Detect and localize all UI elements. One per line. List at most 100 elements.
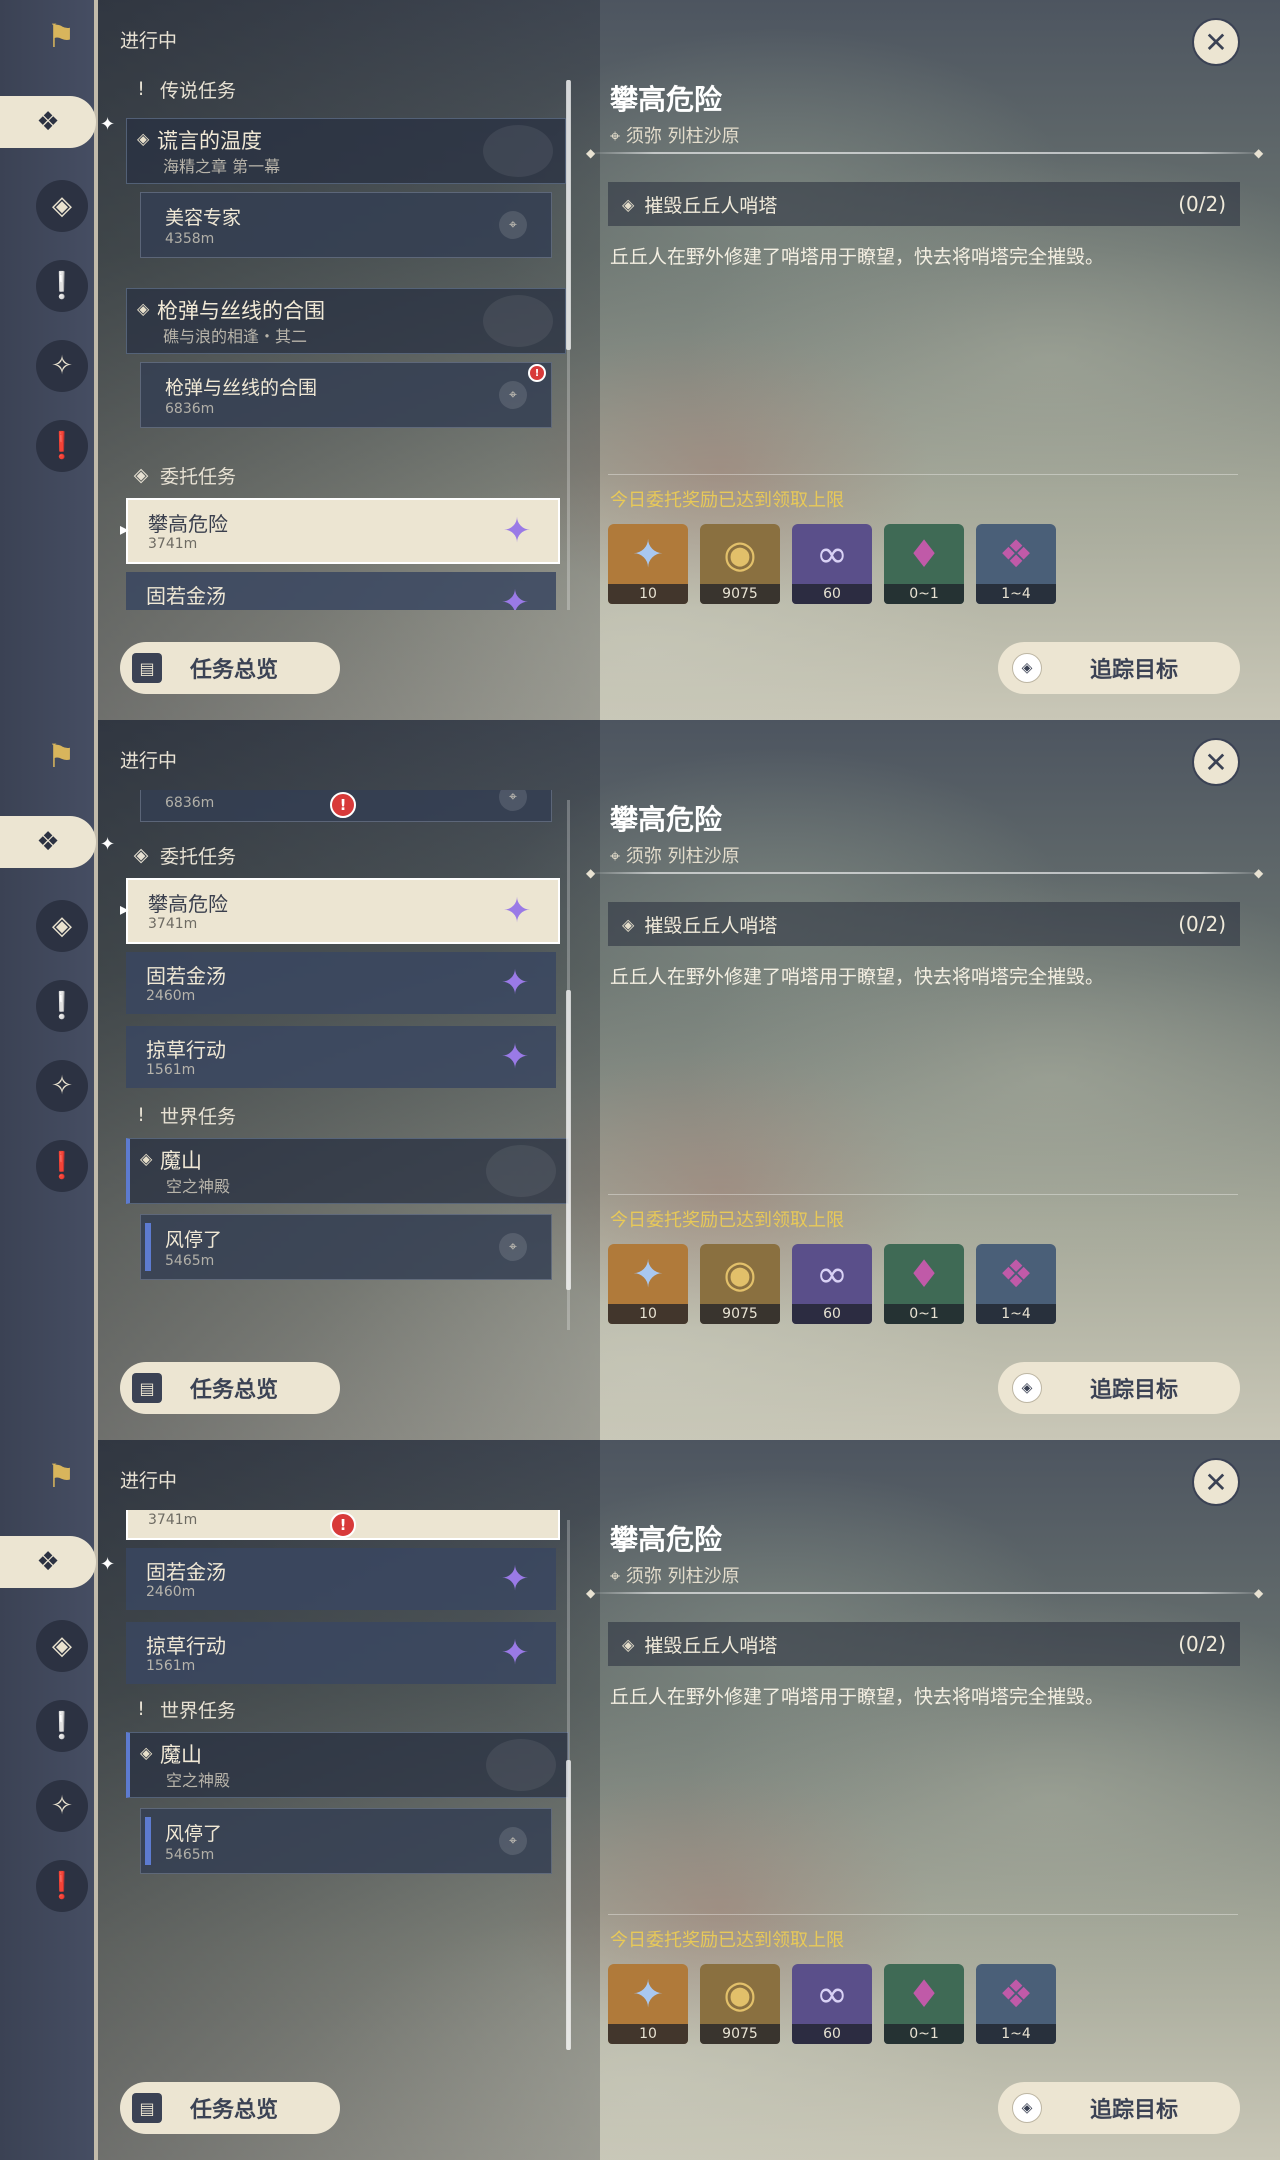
archon-quest-icon[interactable]: ◈ <box>36 1620 88 1672</box>
reward-limit-note: 今日委托奖励已达到领取上限 <box>610 1210 844 1231</box>
subquest-wind-stopped[interactable]: 风停了 5465m ⌖ <box>140 1214 552 1280</box>
selection-arrow-icon: ▶ <box>120 522 129 538</box>
story-quest-icon[interactable]: ❕ <box>36 980 88 1032</box>
detail-location: ⌖ 须弥 列柱沙原 <box>610 1566 740 1587</box>
quest-flag-icon[interactable]: ⚑ <box>44 1454 78 1498</box>
world-quest-icon[interactable]: ❗ <box>36 420 88 472</box>
quest-group-magic-mountain[interactable]: ◈ 魔山 空之神殿 <box>126 1138 569 1204</box>
reward-quantity: 9075 <box>700 2024 780 2044</box>
commission-distance: 2460m <box>146 988 196 1004</box>
ore-crystal-icon: ♦ <box>906 532 942 576</box>
category-world: ! 世界任务 <box>130 1100 236 1130</box>
reward-quantity: 9075 <box>700 584 780 604</box>
track-target-button[interactable]: ◈ 追踪目标 <box>998 2082 1240 2134</box>
quest-list[interactable]: ! 传说任务 ◈ 谎言的温度 海精之章 第一幕 美容专家 4358m ⌖ ◈ 枪弹… <box>120 70 572 610</box>
reward-item[interactable]: ✦ 10 <box>608 1244 688 1324</box>
reward-item[interactable]: ✦ 10 <box>608 1964 688 2044</box>
archon-quest-icon[interactable]: ◈ <box>36 180 88 232</box>
location-pin-icon[interactable]: ⌖ <box>499 790 527 811</box>
quest-subtitle: 空之神殿 <box>166 1177 231 1196</box>
quest-overview-button[interactable]: ▤ 任务总览 <box>120 1362 340 1414</box>
divider-diamond-icon: ◆ <box>586 866 596 880</box>
reward-item[interactable]: ◉ 9075 <box>700 524 780 604</box>
commission-item[interactable]: 掠草行动 1561m ✦ <box>126 1622 556 1684</box>
world-quest-icon[interactable]: ❗ <box>36 1860 88 1912</box>
tracked-marker <box>145 1817 151 1865</box>
commission-icon[interactable]: ✧ <box>36 1780 88 1832</box>
objective-diamond-icon: ◈ <box>622 914 635 934</box>
close-button[interactable]: ✕ <box>1192 18 1240 66</box>
quest-flag-icon[interactable]: ⚑ <box>44 734 78 778</box>
commission-item-selected[interactable]: ▶ 攀高危险 3741m ✦ <box>120 878 560 944</box>
reward-item[interactable]: ♦ 0~1 <box>884 1244 964 1324</box>
subquest-wind-stopped[interactable]: 风停了 5465m ⌖ <box>140 1808 552 1874</box>
commission-item[interactable]: 固若金汤 2460m ✦ <box>126 952 556 1014</box>
commission-star-icon: ✦ <box>500 1633 530 1673</box>
archon-quest-icon[interactable]: ◈ <box>36 900 88 952</box>
subquest-beauty-expert[interactable]: 美容专家 4358m ⌖ <box>140 192 552 258</box>
category-archon: ! 传说任务 <box>130 74 236 104</box>
reward-item[interactable]: ✦ 10 <box>608 524 688 604</box>
scroll-thumb[interactable] <box>566 1760 571 2050</box>
reward-item[interactable]: ❖ 1~4 <box>976 524 1056 604</box>
close-button[interactable]: ✕ <box>1192 738 1240 786</box>
overview-label: 任务总览 <box>190 2098 279 2123</box>
rail-edge <box>94 720 98 1440</box>
subquest-distance: 4358m <box>165 231 215 247</box>
location-pin-icon[interactable]: ⌖ <box>499 1827 527 1855</box>
quest-list[interactable]: 3741m ! 固若金汤 2460m ✦ 掠草行动 1561m ✦ ! 世界任务 … <box>120 1510 572 2050</box>
reward-item[interactable]: ❖ 1~4 <box>976 1244 1056 1324</box>
location-pin-icon[interactable]: ⌖ <box>499 1233 527 1261</box>
commission-star-icon: ✦ <box>500 1559 530 1599</box>
alert-icon: ! <box>528 364 546 382</box>
subquest-bullets-threads[interactable]: 枪弹与丝线的合围 6836m ⌖ <box>140 362 552 428</box>
track-target-button[interactable]: ◈ 追踪目标 <box>998 1362 1240 1414</box>
diamond-icon: ◈ <box>140 1149 153 1168</box>
story-quest-icon[interactable]: ❕ <box>36 260 88 312</box>
reward-item[interactable]: ❖ 1~4 <box>976 1964 1056 2044</box>
quest-list[interactable]: 6836m ⌖ ! ◈ 委托任务 ▶ 攀高危险 3741m ✦ 固若金汤 2460… <box>120 790 572 1330</box>
commission-item[interactable]: 固若金汤 2460m ✦ <box>126 1548 556 1610</box>
reward-divider <box>608 474 1238 475</box>
all-quests-icon[interactable]: ❖ <box>0 816 96 868</box>
reward-item[interactable]: ∞ 60 <box>792 1244 872 1324</box>
all-quests-icon[interactable]: ❖ <box>0 96 96 148</box>
reward-item[interactable]: ◉ 9075 <box>700 1244 780 1324</box>
quest-group-lie-temperature[interactable]: ◈ 谎言的温度 海精之章 第一幕 <box>126 118 566 184</box>
commission-item-selected[interactable]: ▶ 攀高危险 3741m ✦ <box>120 498 560 564</box>
commission-icon[interactable]: ✧ <box>36 1060 88 1112</box>
scroll-thumb[interactable] <box>566 990 571 1290</box>
scroll-thumb[interactable] <box>566 80 571 350</box>
objective-text: 摧毁丘丘人哨塔 <box>644 914 778 937</box>
overview-book-icon: ▤ <box>132 1373 162 1403</box>
reward-item[interactable]: ∞ 60 <box>792 524 872 604</box>
reward-item[interactable]: ◉ 9075 <box>700 1964 780 2044</box>
track-target-button[interactable]: ◈ 追踪目标 <box>998 642 1240 694</box>
quest-group-magic-mountain[interactable]: ◈ 魔山 空之神殿 <box>126 1732 569 1798</box>
quest-flag-icon[interactable]: ⚑ <box>44 14 78 58</box>
subquest-title: 风停了 <box>165 1823 223 1845</box>
quest-group-bullets-threads[interactable]: ◈ 枪弹与丝线的合围 礁与浪的相逢・其二 <box>126 288 566 354</box>
quest-overview-button[interactable]: ▤ 任务总览 <box>120 642 340 694</box>
location-pin-icon[interactable]: ⌖ <box>499 211 527 239</box>
objective-box: ◈ 摧毁丘丘人哨塔 (0/2) <box>608 902 1240 946</box>
close-button[interactable]: ✕ <box>1192 1458 1240 1506</box>
quest-subtitle: 空之神殿 <box>166 1771 231 1790</box>
track-label: 追踪目标 <box>1090 1378 1179 1403</box>
reward-item[interactable]: ♦ 0~1 <box>884 1964 964 2044</box>
reward-divider <box>608 1914 1238 1915</box>
reward-divider <box>608 1194 1238 1195</box>
commission-item[interactable]: 掠草行动 1561m ✦ <box>126 1026 556 1088</box>
commission-distance: 3741m <box>148 916 198 932</box>
reward-item[interactable]: ♦ 0~1 <box>884 524 964 604</box>
location-label: 须弥 列柱沙原 <box>625 126 740 147</box>
world-quest-icon[interactable]: ❗ <box>36 1140 88 1192</box>
reward-item[interactable]: ∞ 60 <box>792 1964 872 2044</box>
all-quests-icon[interactable]: ❖ <box>0 1536 96 1588</box>
reward-quantity: 10 <box>608 584 688 604</box>
commission-icon[interactable]: ✧ <box>36 340 88 392</box>
location-pin-icon[interactable]: ⌖ <box>499 381 527 409</box>
commission-item[interactable]: 固若金汤 ✦ <box>126 572 556 610</box>
story-quest-icon[interactable]: ❕ <box>36 1700 88 1752</box>
quest-overview-button[interactable]: ▤ 任务总览 <box>120 2082 340 2134</box>
